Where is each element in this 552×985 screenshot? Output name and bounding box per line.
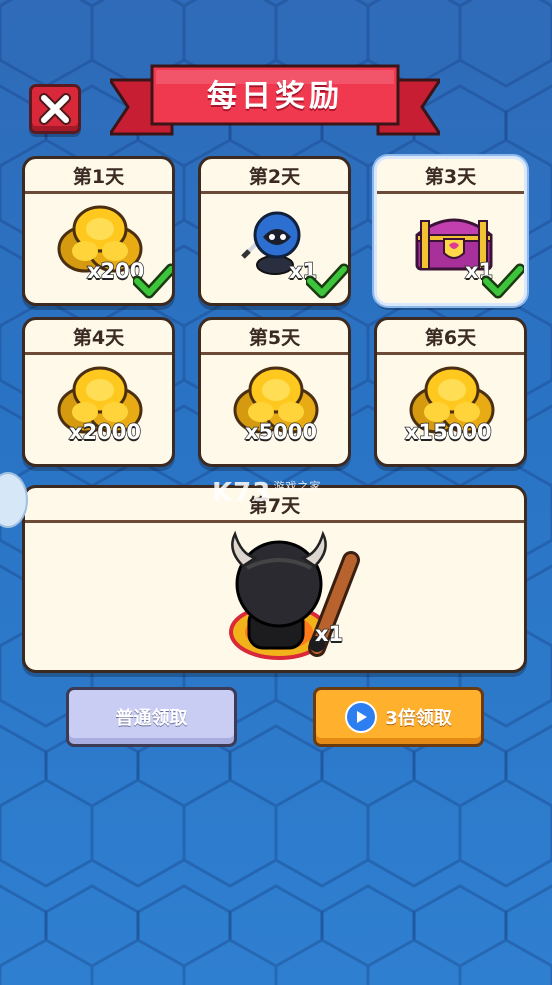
checkmark-icon: [133, 263, 172, 299]
day-card-2[interactable]: 第2天 x1: [198, 156, 351, 306]
day-card-6[interactable]: 第6天 x15000: [374, 317, 527, 467]
day-card-3[interactable]: 第3天 x1: [374, 156, 527, 306]
close-button[interactable]: [29, 84, 81, 134]
normal-claim-label: 普通领取: [115, 708, 188, 729]
day-label: 第6天: [377, 320, 524, 355]
day-card-4[interactable]: 第4天 x2000: [22, 317, 175, 467]
reward-quantity: x15000: [404, 419, 492, 444]
close-icon: [39, 93, 71, 125]
play-icon: [345, 701, 378, 733]
watermark-logo: K73: [212, 478, 272, 508]
watermark-text: 游戏之家: [273, 480, 322, 493]
reward-quantity: x1: [314, 621, 344, 646]
reward-quantity: x2000: [68, 419, 141, 444]
page-title: 每日奖励: [207, 79, 343, 114]
normal-claim-button[interactable]: 普通领取: [66, 687, 237, 747]
checkmark-icon: [482, 263, 524, 299]
day-label: 第5天: [201, 320, 348, 355]
triple-claim-label: 3倍领取: [385, 708, 452, 729]
day-card-7[interactable]: 第7天 x1: [22, 485, 527, 673]
checkmark-icon: [306, 263, 348, 299]
triple-claim-button[interactable]: 3倍领取: [313, 687, 484, 747]
watermark: K73 游戏之家: [212, 478, 321, 508]
day-label: 第2天: [201, 159, 348, 194]
reward-quantity: x5000: [244, 419, 317, 444]
day-label: 第3天: [377, 159, 524, 194]
day-card-5[interactable]: 第5天 x5000: [198, 317, 351, 467]
day-label: 第1天: [25, 159, 172, 194]
day-card-1[interactable]: 第1天 x200: [22, 156, 175, 306]
day-label: 第4天: [25, 320, 172, 355]
